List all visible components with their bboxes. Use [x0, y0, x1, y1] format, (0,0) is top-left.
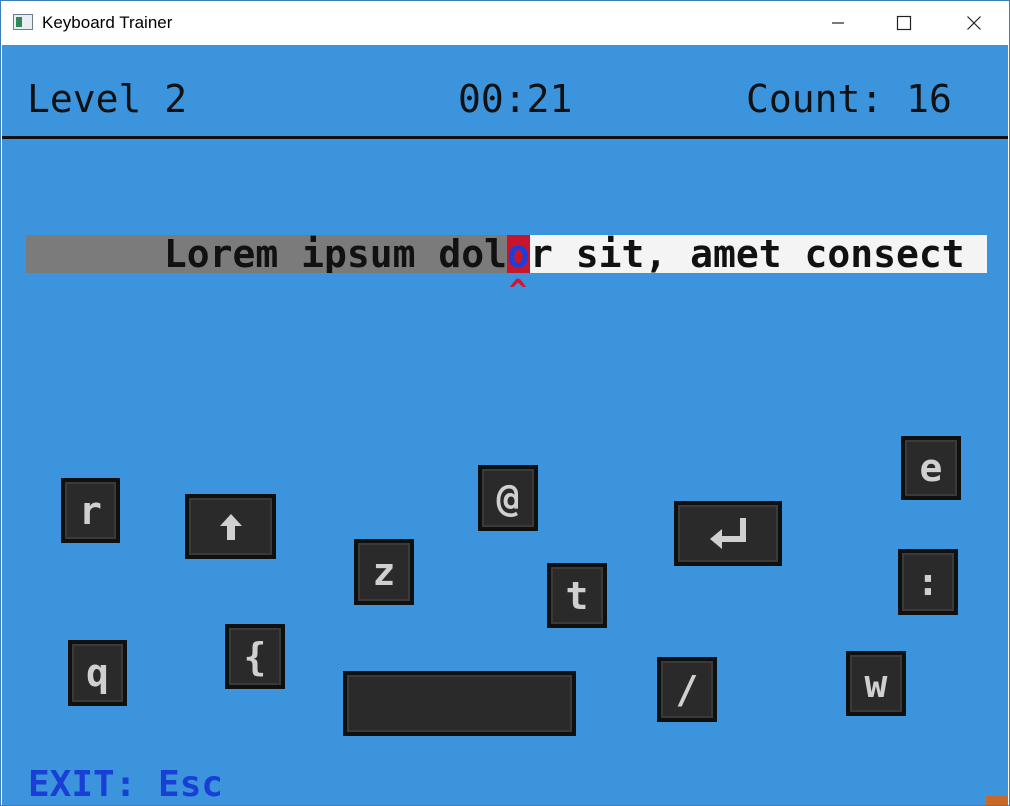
- app-window-icon: [13, 14, 33, 30]
- current-char: o: [507, 235, 530, 273]
- untyped-text: r sit, amet consect: [530, 235, 965, 273]
- key-slash: /: [657, 657, 717, 722]
- key-r: r: [61, 478, 120, 543]
- corner-resize-mark: [986, 796, 1008, 805]
- typed-text: Lorem ipsum dol: [163, 235, 507, 273]
- key-up-arrow: [185, 494, 276, 559]
- game-area[interactable]: Level 2 00:21 Count: 16 Lorem ipsum dol …: [2, 45, 1008, 805]
- maximize-button[interactable]: [881, 1, 927, 45]
- key-colon: :: [898, 549, 958, 615]
- key-w: w: [846, 651, 906, 716]
- key-z: z: [354, 539, 414, 605]
- hud-bar: Level 2 00:21 Count: 16: [2, 45, 1008, 139]
- timer-label: 00:21: [458, 77, 573, 121]
- key-at: @: [478, 465, 538, 531]
- count-label: Count: 16: [746, 77, 952, 121]
- caret-marker: ^: [508, 274, 528, 309]
- level-label: Level 2: [27, 77, 188, 121]
- app-window: Keyboard Trainer Level 2 00:21 Count: 16: [0, 0, 1010, 806]
- key-left-brace: {: [225, 624, 285, 689]
- enter-icon: [710, 517, 746, 549]
- key-q: q: [68, 640, 127, 706]
- title-bar[interactable]: Keyboard Trainer: [1, 1, 1009, 45]
- minimize-button[interactable]: [815, 1, 861, 45]
- close-icon: [967, 16, 981, 30]
- close-button[interactable]: [951, 1, 997, 45]
- exit-hint: EXIT: Esc: [28, 764, 224, 805]
- key-t: t: [547, 563, 607, 628]
- up-arrow-icon: [219, 513, 242, 540]
- window-title: Keyboard Trainer: [42, 13, 173, 32]
- app-icon-pane: [16, 17, 22, 27]
- key-e: e: [901, 436, 961, 500]
- typing-text-line: Lorem ipsum dol o r sit, amet consect: [26, 235, 987, 273]
- maximize-icon: [896, 15, 912, 31]
- key-enter: [674, 501, 782, 566]
- key-space: [343, 671, 576, 736]
- minimize-icon: [832, 22, 844, 24]
